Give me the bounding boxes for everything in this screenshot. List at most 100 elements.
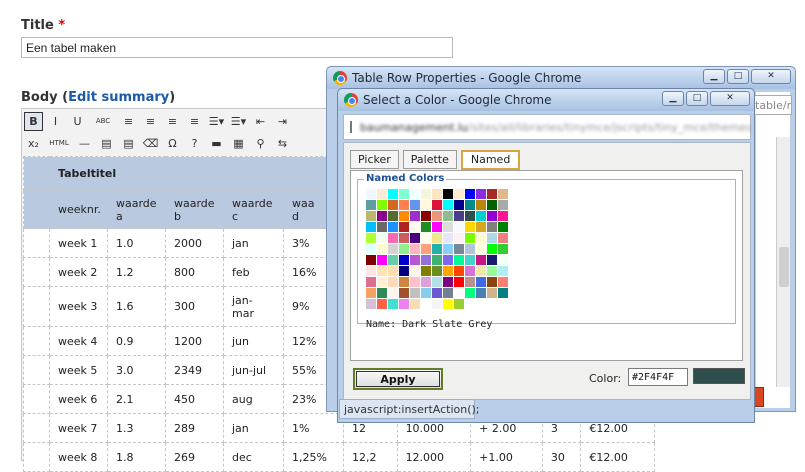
table-cell[interactable]: 30 [541, 442, 582, 472]
address-bar[interactable]: baumanagement.lu/sites/all/libraries/tin… [343, 114, 752, 140]
color-swatch[interactable] [421, 299, 431, 309]
color-swatch[interactable] [454, 299, 464, 309]
table-cell[interactable]: 12.000 [396, 442, 472, 472]
color-swatch[interactable] [454, 233, 464, 243]
table-header-cell[interactable]: waarde a [107, 190, 166, 229]
table-cell[interactable]: 1200 [165, 326, 224, 356]
color-swatch[interactable] [498, 233, 508, 243]
numbered-list-button[interactable]: ☰▾ [229, 112, 248, 131]
color-swatch[interactable] [454, 266, 464, 276]
table-cell[interactable]: 1.6 [107, 286, 166, 327]
color-swatch[interactable] [366, 255, 376, 265]
table-cell[interactable]: week 7 [49, 413, 108, 443]
color-swatch[interactable] [476, 266, 486, 276]
table-cell[interactable]: 1,25% [283, 442, 344, 472]
color-swatch[interactable] [388, 189, 398, 199]
color-swatch[interactable] [377, 277, 387, 287]
indent-button[interactable]: ⇥ [273, 112, 292, 131]
table-cell[interactable]: 1.8 [107, 442, 166, 472]
color-swatch[interactable] [388, 277, 398, 287]
color-swatch[interactable] [498, 255, 508, 265]
tab-palette[interactable]: Palette [402, 150, 457, 169]
color-swatch[interactable] [476, 277, 486, 287]
table-cell[interactable]: week 3 [49, 286, 108, 327]
color-swatch[interactable] [465, 211, 475, 221]
color-swatch[interactable] [410, 266, 420, 276]
table-cell[interactable]: dec [223, 442, 284, 472]
table-cell[interactable]: 289 [165, 413, 224, 443]
table-cell[interactable]: 1.3 [107, 413, 166, 443]
color-swatch[interactable] [388, 244, 398, 254]
color-swatch[interactable] [421, 288, 431, 298]
color-swatch[interactable] [366, 288, 376, 298]
color-swatch[interactable] [399, 288, 409, 298]
color-swatch[interactable] [476, 211, 486, 221]
table-header-cell[interactable]: weeknr. [49, 190, 108, 229]
color-swatch[interactable] [366, 244, 376, 254]
color-swatch[interactable] [498, 200, 508, 210]
color-swatch[interactable] [388, 299, 398, 309]
tab-picker[interactable]: Picker [350, 150, 399, 169]
table-cell[interactable]: jan [223, 228, 284, 258]
color-swatch[interactable] [410, 288, 420, 298]
color-swatch[interactable] [487, 222, 497, 232]
table-cell[interactable]: aug [223, 384, 284, 414]
color-swatch[interactable] [465, 277, 475, 287]
color-swatch[interactable] [399, 233, 409, 243]
color-swatch[interactable] [399, 200, 409, 210]
color-swatch[interactable] [366, 200, 376, 210]
edit-summary-link[interactable]: Edit summary [68, 90, 169, 105]
color-swatch[interactable] [443, 222, 453, 232]
table-cell[interactable]: week 4 [49, 326, 108, 356]
color-swatch[interactable] [487, 255, 497, 265]
color-swatch[interactable] [421, 189, 431, 199]
title-input[interactable] [21, 37, 453, 58]
table-cell[interactable]: 1.0 [107, 228, 166, 258]
color-swatch[interactable] [432, 288, 442, 298]
table-row-properties-scrollbar[interactable] [776, 137, 790, 387]
color-swatch[interactable] [498, 211, 508, 221]
color-swatch[interactable] [410, 200, 420, 210]
color-swatch[interactable] [432, 299, 442, 309]
color-swatch[interactable] [465, 266, 475, 276]
find-button[interactable]: ⚲ [251, 134, 270, 153]
color-swatch[interactable] [443, 299, 453, 309]
table-cell[interactable]: week 5 [49, 355, 108, 385]
color-swatch[interactable] [432, 222, 442, 232]
table-cell[interactable]: 1% [283, 413, 344, 443]
color-swatch[interactable] [410, 277, 420, 287]
color-swatch[interactable] [443, 288, 453, 298]
color-swatch[interactable] [443, 211, 453, 221]
color-swatch[interactable] [421, 277, 431, 287]
color-swatch[interactable] [498, 222, 508, 232]
align-center-button[interactable]: ≡ [141, 112, 160, 131]
color-swatch[interactable] [410, 233, 420, 243]
color-swatch[interactable] [476, 244, 486, 254]
color-swatch[interactable] [399, 266, 409, 276]
color-swatch[interactable] [399, 222, 409, 232]
color-swatch[interactable] [388, 255, 398, 265]
color-swatch[interactable] [498, 244, 508, 254]
table-cell[interactable]: €12.00 [580, 442, 655, 472]
color-swatch[interactable] [476, 200, 486, 210]
color-swatch[interactable] [465, 255, 475, 265]
table-cell[interactable]: 12,2 [343, 442, 398, 472]
color-swatch[interactable] [465, 222, 475, 232]
align-left-button[interactable]: ≡ [119, 112, 138, 131]
minus-button[interactable]: ▬ [207, 134, 226, 153]
table-cell[interactable]: 1.2 [107, 257, 166, 287]
color-swatch[interactable] [454, 189, 464, 199]
help-button[interactable]: ? [185, 134, 204, 153]
color-swatch[interactable] [487, 233, 497, 243]
table-cell[interactable]: 800 [165, 257, 224, 287]
color-swatch[interactable] [366, 299, 376, 309]
color-swatch[interactable] [366, 277, 376, 287]
table-header-cell[interactable]: waarde c [223, 190, 284, 229]
html-button[interactable]: HTML [46, 134, 72, 153]
color-swatch[interactable] [465, 200, 475, 210]
color-swatch[interactable] [498, 189, 508, 199]
paste-text-button[interactable]: ▤ [97, 134, 116, 153]
color-swatch[interactable] [410, 222, 420, 232]
color-swatch[interactable] [432, 233, 442, 243]
color-swatch[interactable] [443, 277, 453, 287]
